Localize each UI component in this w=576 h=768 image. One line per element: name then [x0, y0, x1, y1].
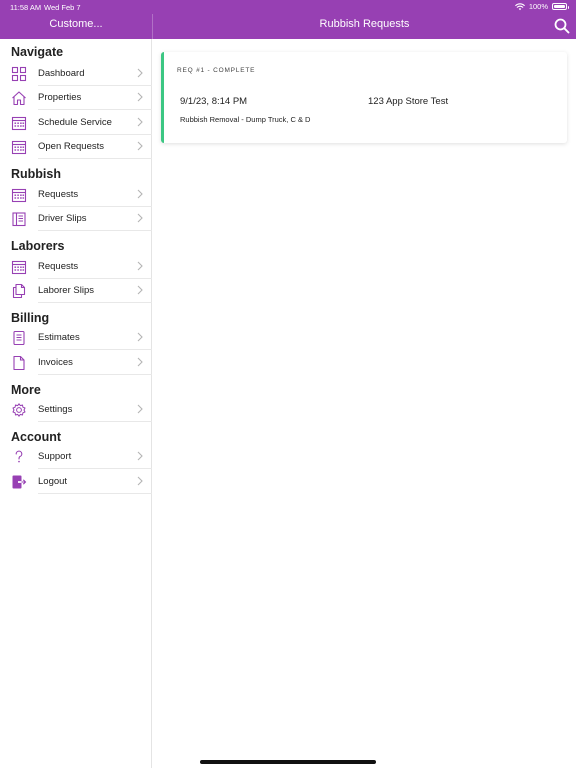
section-header-more: More — [11, 383, 41, 397]
sidebar-item-properties[interactable]: Properties — [0, 86, 152, 110]
logout-icon — [12, 475, 27, 489]
sidebar-item-laborer-slips[interactable]: Laborer Slips — [0, 279, 152, 303]
sidebar-item-label: Dashboard — [38, 68, 85, 79]
sidebar-item-label: Invoices — [38, 357, 73, 368]
document-lines-icon — [13, 330, 25, 346]
section-header-laborers: Laborers — [11, 239, 65, 253]
page-title: Rubbish Requests — [319, 18, 410, 30]
section-header-account: Account — [11, 430, 61, 444]
home-indicator[interactable] — [200, 760, 376, 764]
main-content: REQ #1 - COMPLETE 9/1/23, 8:14 PM 123 Ap… — [153, 39, 576, 768]
request-date: 9/1/23, 8:14 PM — [180, 96, 248, 107]
chevron-right-icon — [137, 332, 143, 342]
request-title: REQ #1 - COMPLETE — [177, 67, 256, 74]
request-address: 123 App Store Test — [368, 96, 449, 107]
sidebar-item-label: Open Requests — [38, 141, 105, 152]
sidebar-item-label: Schedule Service — [38, 117, 112, 128]
sidebar-title[interactable]: Custome... — [0, 18, 152, 30]
chevron-right-icon — [137, 451, 143, 461]
chevron-right-icon — [137, 117, 143, 127]
row-separator — [38, 374, 152, 375]
calendar-icon — [11, 116, 27, 131]
sidebar: Navigate Dashboard Properties Schedule S… — [0, 39, 152, 768]
house-icon — [12, 91, 26, 106]
calendar-icon — [11, 260, 27, 275]
sidebar-item-logout[interactable]: Logout — [0, 470, 152, 494]
gear-icon — [12, 403, 26, 417]
status-indicators: 100% — [515, 2, 569, 11]
request-card[interactable]: REQ #1 - COMPLETE 9/1/23, 8:14 PM 123 Ap… — [161, 52, 567, 143]
calendar-icon — [11, 188, 27, 203]
status-time: 11:58 AM — [10, 3, 42, 12]
status-bar: 11:58 AM Wed Feb 7 100% — [0, 0, 576, 14]
sidebar-item-label: Requests — [38, 189, 79, 200]
sidebar-item-dashboard[interactable]: Dashboard — [0, 62, 152, 86]
request-description: Rubbish Removal - Dump Truck, C & D — [180, 115, 311, 124]
dashboard-grid-icon — [11, 66, 27, 82]
sidebar-item-rubbish-requests[interactable]: Requests — [0, 183, 152, 207]
sidebar-item-estimates[interactable]: Estimates — [0, 326, 152, 350]
sidebar-item-label: Settings — [38, 404, 73, 415]
sidebar-item-invoices[interactable]: Invoices — [0, 351, 152, 375]
calendar-icon — [11, 140, 27, 155]
chevron-right-icon — [137, 261, 143, 271]
chevron-right-icon — [137, 213, 143, 223]
sidebar-item-laborer-requests[interactable]: Requests — [0, 255, 152, 279]
row-separator — [38, 230, 152, 231]
copy-documents-icon — [12, 283, 26, 299]
sidebar-item-schedule-service[interactable]: Schedule Service — [0, 111, 152, 135]
wifi-icon — [515, 2, 525, 10]
sidebar-item-support[interactable]: Support — [0, 445, 152, 469]
sidebar-item-label: Estimates — [38, 332, 80, 343]
chevron-right-icon — [137, 189, 143, 199]
sidebar-item-label: Support — [38, 451, 72, 462]
sidebar-item-open-requests[interactable]: Open Requests — [0, 135, 152, 159]
chevron-right-icon — [137, 92, 143, 102]
document-icon — [13, 355, 25, 371]
section-header-rubbish: Rubbish — [11, 167, 61, 181]
battery-icon — [552, 3, 569, 10]
chevron-right-icon — [137, 404, 143, 414]
question-mark-icon — [15, 450, 23, 463]
row-separator — [38, 421, 152, 422]
sidebar-item-settings[interactable]: Settings — [0, 398, 152, 422]
sidebar-item-label: Properties — [38, 92, 82, 103]
section-header-billing: Billing — [11, 311, 50, 325]
chevron-right-icon — [137, 285, 143, 295]
row-separator — [38, 109, 152, 110]
sidebar-item-driver-slips[interactable]: Driver Slips — [0, 207, 152, 231]
battery-fill — [554, 5, 565, 8]
search-icon[interactable] — [554, 18, 570, 34]
chevron-right-icon — [137, 476, 143, 486]
sidebar-item-label: Requests — [38, 261, 79, 272]
battery-percent: 100% — [528, 2, 548, 11]
chevron-right-icon — [137, 141, 143, 151]
row-separator — [38, 468, 152, 469]
header: 11:58 AM Wed Feb 7 100% Custome... Rubbi… — [0, 0, 576, 39]
row-separator — [38, 302, 152, 303]
row-separator — [38, 493, 152, 494]
status-date: Wed Feb 7 — [44, 3, 81, 12]
clipboard-icon — [12, 212, 26, 227]
sidebar-item-label: Logout — [38, 476, 68, 487]
sidebar-item-label: Laborer Slips — [38, 285, 94, 296]
section-header-navigate: Navigate — [11, 45, 64, 59]
row-separator — [38, 158, 152, 159]
chevron-right-icon — [137, 68, 143, 78]
row-separator — [38, 349, 152, 350]
sidebar-item-label: Driver Slips — [38, 213, 87, 224]
chevron-right-icon — [137, 357, 143, 367]
